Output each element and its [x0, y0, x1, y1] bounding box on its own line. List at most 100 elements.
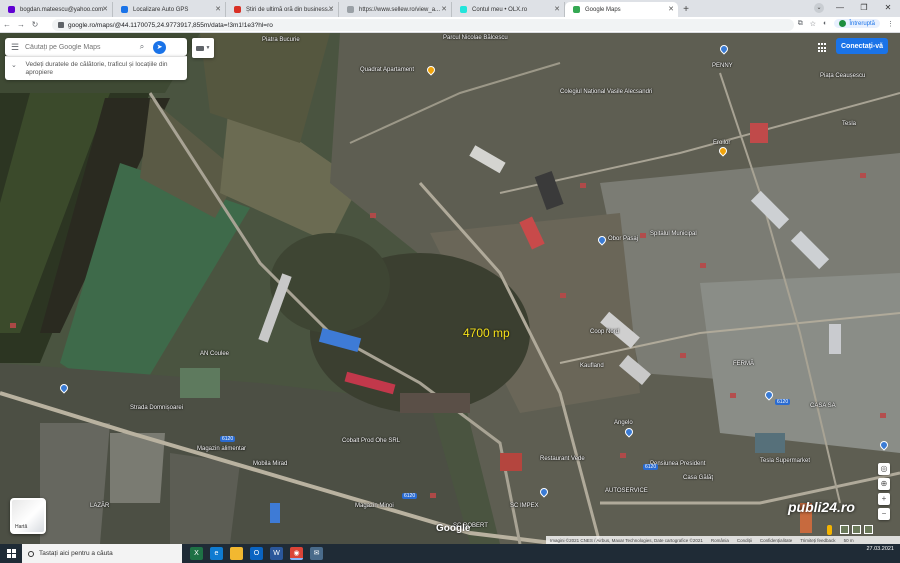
sign-in-button[interactable]: Conectați-vă [836, 38, 888, 54]
profile-button[interactable]: Întreruptă [834, 19, 880, 28]
map-label[interactable]: Strada Domnișoarei [130, 405, 183, 411]
map-label[interactable]: Piatra Bucurie [262, 37, 300, 43]
close-window-button[interactable]: ✕ [876, 0, 900, 17]
road-number: 6120 [643, 464, 659, 470]
outlook-icon[interactable]: O [250, 547, 263, 560]
map-label[interactable]: SC IMPEX [510, 503, 539, 509]
tab-sellew[interactable]: https://www.sellew.ro/view_a... ✕ [339, 2, 452, 17]
tab-label: Google Maps [585, 6, 621, 13]
map-label[interactable]: Coop Nord [590, 329, 619, 335]
taskbar-search[interactable]: Tastați aici pentru a căuta [22, 544, 182, 563]
tab-yahoo[interactable]: bogdan.mateescu@yahoo.com ✕ [0, 2, 113, 17]
close-icon[interactable]: ✕ [328, 5, 334, 13]
map-label[interactable]: Tesla [842, 121, 856, 127]
excel-icon[interactable]: X [190, 547, 203, 560]
map-label[interactable]: AUTOSERVICE [605, 488, 648, 494]
location-icon[interactable]: ◎ [878, 463, 890, 475]
windows-start-icon[interactable] [0, 544, 22, 563]
tab-gps[interactable]: Localizare Auto GPS ✕ [113, 2, 226, 17]
map-label[interactable]: Pensiunea President [650, 461, 705, 467]
map-label[interactable]: Tesla Supermarket [760, 458, 810, 464]
taskbar-search-placeholder: Tastați aici pentru a căuta [39, 550, 113, 557]
zoom-in-button[interactable]: + [878, 493, 890, 505]
maximize-button[interactable]: ❐ [852, 0, 876, 17]
tab-news[interactable]: Știri de ultimă oră din business... ✕ [226, 2, 339, 17]
mail-icon[interactable]: ✉ [310, 547, 323, 560]
terms-link[interactable]: Condiții [737, 538, 752, 543]
close-icon[interactable]: ✕ [554, 5, 560, 13]
system-tray[interactable]: 27.03.2021 [866, 546, 894, 553]
tab-olx[interactable]: Contul meu • OLX.ro ✕ [452, 2, 565, 17]
map-label[interactable]: Casa Gălăţ [683, 475, 713, 481]
map-label[interactable]: FERMĂ [733, 361, 754, 367]
compass-icon[interactable]: ⊕ [878, 478, 890, 490]
edge-icon[interactable]: e [210, 547, 223, 560]
map-label[interactable]: Magazin alimentar [197, 446, 246, 452]
expand-icon[interactable] [864, 525, 873, 534]
feedback-link[interactable]: Trimiteți feedback [800, 538, 835, 543]
close-icon[interactable]: ✕ [441, 5, 447, 13]
search-input[interactable] [25, 43, 135, 51]
more-options-icon[interactable]: ⋮ [887, 20, 894, 28]
map-label[interactable]: Eroilor [713, 140, 730, 146]
new-tab-button[interactable]: + [678, 2, 694, 17]
map-label[interactable]: CASA SA [810, 403, 836, 409]
address-bar[interactable]: google.ro/maps/@44.1170075,24.9773917,85… [52, 19, 794, 31]
minimize-button[interactable]: — [828, 0, 852, 17]
map-label[interactable]: Obor Pasaj [608, 236, 638, 242]
map-attribution: Imagini ©2021 CNES / Airbus, Maxar Techn… [546, 536, 900, 544]
tab-google-maps[interactable]: Google Maps ✕ [565, 2, 678, 17]
map-label[interactable]: Piața Ceaușescu [820, 73, 865, 79]
close-icon[interactable]: ✕ [102, 5, 108, 13]
hamburger-menu-icon[interactable]: ☰ [5, 42, 25, 53]
map-label[interactable]: Restaurant Vede [540, 456, 585, 462]
word-icon[interactable]: W [270, 547, 283, 560]
map-label[interactable]: Magazin Minoi [355, 503, 394, 509]
street-view-pegman-icon[interactable] [827, 525, 832, 535]
directions-icon[interactable]: ➤ [153, 40, 166, 54]
file-explorer-icon[interactable] [230, 547, 243, 560]
privacy-link[interactable]: Confidențialitate [760, 538, 792, 543]
google-apps-icon[interactable] [818, 43, 828, 53]
satellite-map[interactable]: ☰ ⌕ ➤ ⌄ Vedeți duratele de călătorie, tr… [0, 33, 900, 544]
close-icon[interactable]: ✕ [668, 5, 674, 13]
map-label[interactable]: Cobalt Prod Ohe SRL [342, 438, 400, 444]
chevron-down-icon[interactable]: ⌄ [11, 61, 26, 69]
zoom-out-button[interactable]: − [878, 508, 890, 520]
bookmark-star-icon[interactable]: ☆ [810, 20, 816, 28]
window-controls: — ❐ ✕ [828, 0, 900, 17]
chrome-icon[interactable]: ◉ [290, 547, 303, 560]
transit-layer-button[interactable]: ▼ [192, 38, 214, 58]
extensions-icon[interactable]: ⧉ [798, 20, 803, 28]
map-label[interactable]: Spitalul Municipal [650, 231, 697, 237]
travel-times-suggestion[interactable]: ⌄ Vedeți duratele de călătorie, traficul… [5, 56, 187, 80]
map-label[interactable]: PENNY [712, 63, 733, 69]
map-type-toggle[interactable]: Hartă [10, 498, 46, 534]
map-label[interactable]: Kaufland [580, 363, 604, 369]
scale-bar[interactable]: 50 m [844, 538, 854, 543]
google-logo: Google [436, 523, 471, 534]
map-label[interactable]: Colegiul Național Vasile Alecsandri [560, 89, 652, 95]
imagery-thumbnail[interactable] [852, 525, 861, 534]
close-icon[interactable]: ✕ [215, 5, 221, 13]
search-icon[interactable]: ⌕ [135, 42, 149, 52]
reload-icon[interactable]: ↻ [28, 20, 42, 29]
tab-label: Contul meu • OLX.ro [472, 6, 528, 13]
tab-label: https://www.sellew.ro/view_a... [359, 6, 441, 13]
map-label[interactable]: Angelo [614, 420, 633, 426]
forward-icon[interactable]: → [14, 20, 28, 29]
map-label[interactable]: LAZĂR [90, 503, 109, 509]
menu-icon[interactable]: ◐ [823, 20, 827, 27]
map-label[interactable]: Mobila Mirad [253, 461, 287, 467]
area-annotation: 4700 mp [463, 326, 510, 340]
tab-search-icon[interactable]: ⌄ [814, 3, 824, 13]
taskbar-apps: X e O W ◉ ✉ [190, 547, 323, 560]
imagery-thumbnail[interactable] [840, 525, 849, 534]
map-label[interactable]: Quadrat Apartament [360, 67, 414, 73]
region-link[interactable]: România [711, 538, 729, 543]
search-box: ☰ ⌕ ➤ [5, 38, 187, 56]
road-number: 6120 [220, 436, 236, 442]
map-label[interactable]: AN Coulee [200, 351, 229, 357]
map-label[interactable]: Parcul Nicolae Bălcescu [443, 35, 508, 41]
back-icon[interactable]: ← [0, 20, 14, 29]
